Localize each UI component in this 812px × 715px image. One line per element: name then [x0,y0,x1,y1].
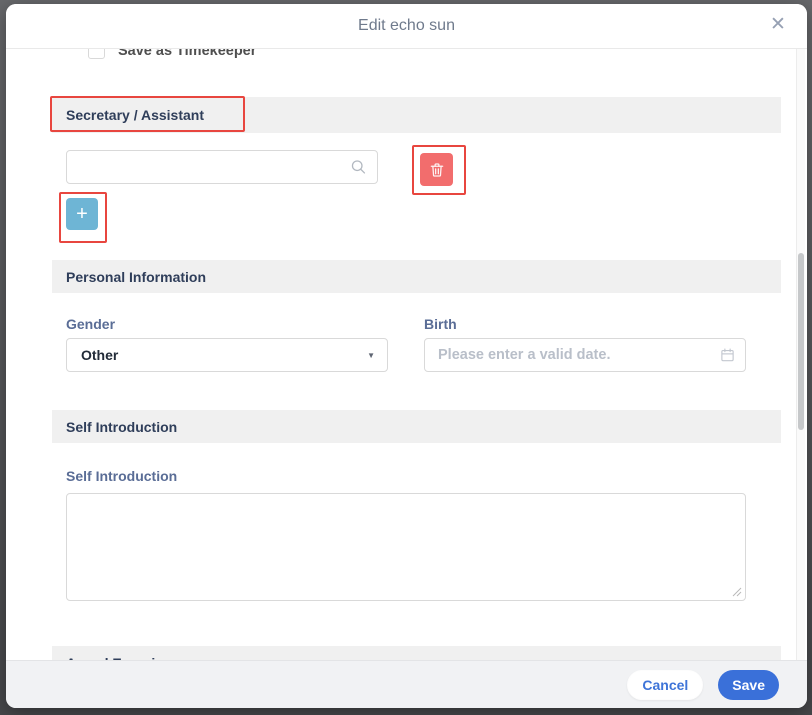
dialog-title: Edit echo sun [6,4,807,48]
self-introduction-textarea[interactable] [66,493,746,601]
plus-icon: + [76,203,88,225]
timekeeper-label: Save as Timekeeper [118,48,256,59]
section-secretary-assistant: Secretary / Assistant [52,97,781,133]
delete-secretary-button[interactable] [420,153,453,186]
scrollbar-track[interactable] [796,48,805,660]
cancel-button[interactable]: Cancel [627,670,703,700]
self-introduction-label: Self Introduction [66,468,177,484]
gender-selected-value: Other [67,347,367,363]
section-award-experience: Award Experience [52,646,781,660]
birth-label: Birth [424,316,457,332]
section-personal-information: Personal Information [52,260,781,293]
timekeeper-row: Save as Timekeeper [6,48,787,74]
close-icon[interactable]: ✕ [765,12,791,38]
birth-input-wrapper [424,338,746,372]
add-secretary-button[interactable]: + [66,198,98,230]
dialog-body: Save as Timekeeper Secretary / Assistant [6,48,807,660]
secretary-search-wrapper [66,150,378,184]
section-title: Secretary / Assistant [52,107,204,123]
timekeeper-checkbox[interactable] [88,48,105,59]
gender-label: Gender [66,316,115,332]
section-title: Self Introduction [52,419,177,435]
section-self-introduction: Self Introduction [52,410,781,443]
secretary-search-input[interactable] [67,151,377,183]
chevron-down-icon: ▼ [367,351,387,360]
dialog-footer: Cancel Save [6,660,807,708]
section-title: Personal Information [52,269,206,285]
save-button[interactable]: Save [718,670,779,700]
birth-date-input[interactable] [425,339,745,371]
edit-user-dialog: Edit echo sun ✕ Save as Timekeeper Secre… [6,4,807,708]
scrollbar-thumb[interactable] [798,253,804,430]
dialog-header: Edit echo sun ✕ [6,4,807,49]
gender-select[interactable]: Other ▼ [66,338,388,372]
trash-icon [428,161,446,179]
